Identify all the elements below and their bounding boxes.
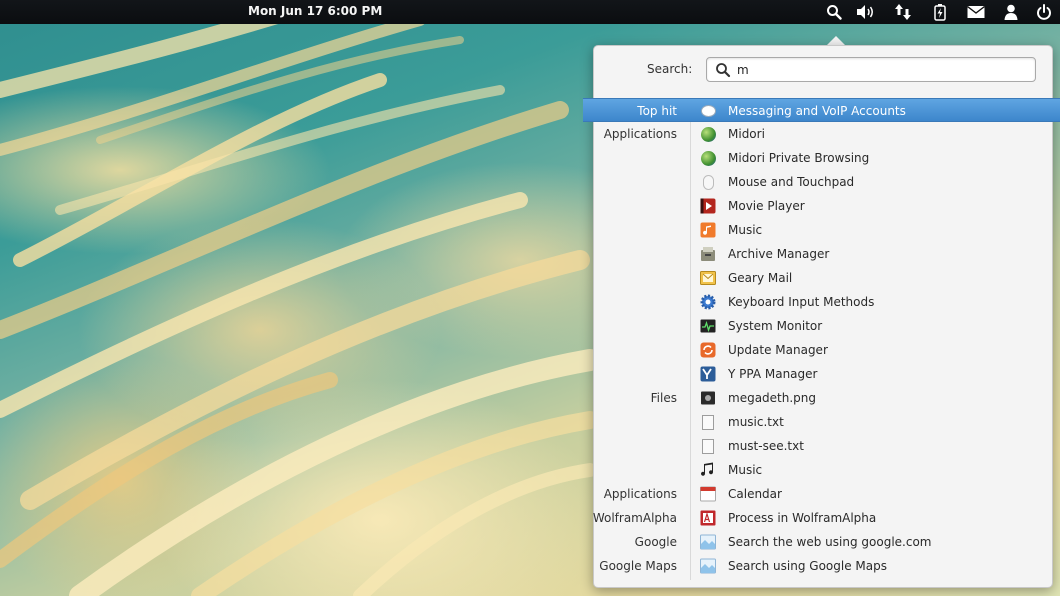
- result-label: Messaging and VoIP Accounts: [728, 104, 906, 118]
- result-row[interactable]: Midori Private Browsing: [583, 146, 1060, 170]
- result-label: System Monitor: [728, 319, 823, 333]
- midori-private-icon: [700, 150, 716, 166]
- result-label: Movie Player: [728, 199, 805, 213]
- calendar-icon: [700, 486, 716, 502]
- search-label: Search:: [647, 62, 693, 76]
- result-label: Y PPA Manager: [728, 367, 818, 381]
- network-icon[interactable]: [892, 3, 914, 21]
- result-row[interactable]: Geary Mail: [583, 266, 1060, 290]
- archive-manager-icon: [700, 246, 716, 262]
- result-label: Midori: [728, 127, 765, 141]
- category-label: Files: [650, 391, 677, 405]
- result-label: Archive Manager: [728, 247, 830, 261]
- category-label: WolframAlpha: [592, 511, 677, 525]
- category-label: Google: [634, 535, 677, 549]
- image-file-icon: [700, 390, 716, 406]
- result-row[interactable]: Movie Player: [583, 194, 1060, 218]
- result-row[interactable]: Mouse and Touchpad: [583, 170, 1060, 194]
- result-row[interactable]: music.txt: [583, 410, 1060, 434]
- result-row[interactable]: Archive Manager: [583, 242, 1060, 266]
- top-panel: Mon Jun 17 6:00 PM: [0, 0, 1060, 24]
- result-label: Search the web using google.com: [728, 535, 932, 549]
- power-icon[interactable]: [1033, 3, 1055, 21]
- mail-icon[interactable]: [965, 3, 987, 21]
- result-label: music.txt: [728, 415, 784, 429]
- maps-search-icon: [700, 558, 716, 574]
- search-field-icon: [715, 62, 731, 81]
- result-label: Search using Google Maps: [728, 559, 887, 573]
- result-row[interactable]: Google Search the web using google.com: [583, 530, 1060, 554]
- result-label: Music: [728, 463, 763, 477]
- result-label: Mouse and Touchpad: [728, 175, 855, 189]
- midori-icon: [700, 126, 716, 142]
- volume-icon[interactable]: [855, 3, 877, 21]
- battery-icon[interactable]: [929, 3, 951, 21]
- messaging-icon: [700, 103, 716, 119]
- result-label: Update Manager: [728, 343, 828, 357]
- mouse-icon: [700, 174, 716, 190]
- result-label: Keyboard Input Methods: [728, 295, 875, 309]
- text-file-icon: [700, 438, 716, 454]
- result-label: megadeth.png: [728, 391, 817, 405]
- geary-mail-icon: [700, 270, 716, 286]
- result-row[interactable]: Applications Midori: [583, 122, 1060, 146]
- category-label: Top hit: [637, 104, 677, 118]
- ppa-manager-icon: [700, 366, 716, 382]
- music-folder-icon: [700, 462, 716, 478]
- category-label: Applications: [603, 127, 677, 141]
- result-row[interactable]: Y PPA Manager: [583, 362, 1060, 386]
- result-label: Process in WolframAlpha: [728, 511, 877, 525]
- search-box[interactable]: [706, 57, 1036, 82]
- keyboard-input-icon: [700, 294, 716, 310]
- result-label: Calendar: [728, 487, 782, 501]
- result-label: Geary Mail: [728, 271, 793, 285]
- music-app-icon: [700, 222, 716, 238]
- result-label: Midori Private Browsing: [728, 151, 870, 165]
- result-row[interactable]: Google Maps Search using Google Maps: [583, 554, 1060, 578]
- web-search-icon: [700, 534, 716, 550]
- text-file-icon: [700, 414, 716, 430]
- update-manager-icon: [700, 342, 716, 358]
- search-input[interactable]: [737, 61, 1027, 78]
- result-row[interactable]: Keyboard Input Methods: [583, 290, 1060, 314]
- result-row[interactable]: WolframAlpha Process in WolframAlpha: [583, 506, 1060, 530]
- clock[interactable]: Mon Jun 17 6:00 PM: [248, 4, 382, 18]
- result-row-top-hit[interactable]: Top hit Messaging and VoIP Accounts: [583, 98, 1060, 122]
- result-label: Music: [728, 223, 763, 237]
- result-row[interactable]: Update Manager: [583, 338, 1060, 362]
- result-row[interactable]: Applications Calendar: [583, 482, 1060, 506]
- result-row[interactable]: Files megadeth.png: [583, 386, 1060, 410]
- system-monitor-icon: [700, 318, 716, 334]
- result-row[interactable]: Music: [583, 458, 1060, 482]
- wolframalpha-icon: [700, 510, 716, 526]
- category-label: Applications: [603, 487, 677, 501]
- user-icon[interactable]: [1000, 3, 1022, 21]
- category-label: Google Maps: [599, 559, 677, 573]
- movie-player-icon: [700, 198, 716, 214]
- result-row[interactable]: Music: [583, 218, 1060, 242]
- result-label: must-see.txt: [728, 439, 804, 453]
- search-icon[interactable]: [823, 3, 845, 21]
- result-row[interactable]: System Monitor: [583, 314, 1060, 338]
- result-row[interactable]: must-see.txt: [583, 434, 1060, 458]
